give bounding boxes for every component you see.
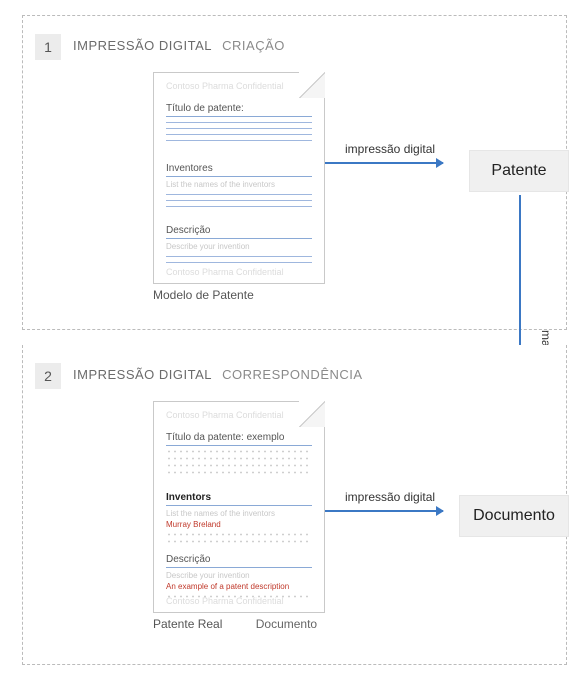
watermark-bottom: Contoso Pharma Confidential (166, 596, 284, 606)
template-caption: Modelo de Patente (153, 288, 254, 302)
documento-box-label: Documento (473, 507, 555, 525)
title-label: Título da patente: exemplo (166, 432, 312, 446)
inventors-label: Inventores (166, 163, 312, 177)
doc-section-description: Descrição Describe your invention An exa… (166, 554, 312, 602)
doc-section-description: Descrição Describe your invention (166, 225, 312, 268)
patente-box-label: Patente (491, 162, 546, 180)
template-document: Contoso Pharma Confidential Título de pa… (153, 72, 325, 284)
watermark-bottom: Contoso Pharma Confidential (166, 267, 284, 277)
description-label: Descrição (166, 554, 312, 568)
doc-section-inventors: Inventors List the names of the inventor… (166, 492, 312, 547)
real-document: Contoso Pharma Confidential Título da pa… (153, 401, 325, 613)
arrow-label-1: impressão digital (345, 142, 435, 156)
blank-lines (166, 122, 312, 141)
description-value: An example of a patent description (166, 582, 312, 591)
heading-prefix: IMPRESSÃO DIGITAL (73, 367, 212, 382)
page-fold-icon (299, 401, 325, 427)
description-hint: Describe your invention (166, 571, 312, 580)
watermark-top: Contoso Pharma Confidential (166, 410, 284, 420)
doc-section-title: Título da patente: exemplo (166, 432, 312, 478)
step-badge-2: 2 (35, 363, 61, 389)
documento-box: Documento (459, 495, 569, 537)
title-label: Título de patente: (166, 103, 312, 117)
blank-lines (166, 194, 312, 207)
panel1-heading: IMPRESSÃO DIGITAL CRIAÇÃO (73, 38, 285, 53)
heading-suffix: CORRESPONDÊNCIA (222, 367, 362, 382)
blank-lines (166, 256, 312, 263)
inventors-label: Inventors (166, 492, 312, 506)
page-fold-icon (299, 72, 325, 98)
inventors-hint: List the names of the inventors (166, 180, 312, 189)
caption-main: Patente Real (153, 617, 222, 631)
panel2-heading: IMPRESSÃO DIGITAL CORRESPONDÊNCIA (73, 367, 363, 382)
arrow-fingerprint-1 (325, 162, 443, 164)
caption-minor: Documento (256, 617, 317, 631)
inventors-value: Murray Breland (166, 520, 312, 529)
heading-prefix: IMPRESSÃO DIGITAL (73, 38, 212, 53)
arrow-fingerprint-2 (325, 510, 443, 512)
inventors-hint: List the names of the inventors (166, 509, 312, 518)
content-lines (166, 533, 312, 543)
doc-section-title: Título de patente: (166, 103, 312, 146)
doc-section-inventors: Inventores List the names of the invento… (166, 163, 312, 212)
arrow-label-2: impressão digital (345, 490, 435, 504)
step-badge-1: 1 (35, 34, 61, 60)
description-hint: Describe your invention (166, 242, 312, 251)
watermark-top: Contoso Pharma Confidential (166, 81, 284, 91)
heading-suffix: CRIAÇÃO (222, 38, 285, 53)
description-label: Descrição (166, 225, 312, 239)
patente-box: Patente (469, 150, 569, 192)
real-caption: Patente Real Documento (153, 617, 317, 631)
content-lines (166, 450, 312, 474)
